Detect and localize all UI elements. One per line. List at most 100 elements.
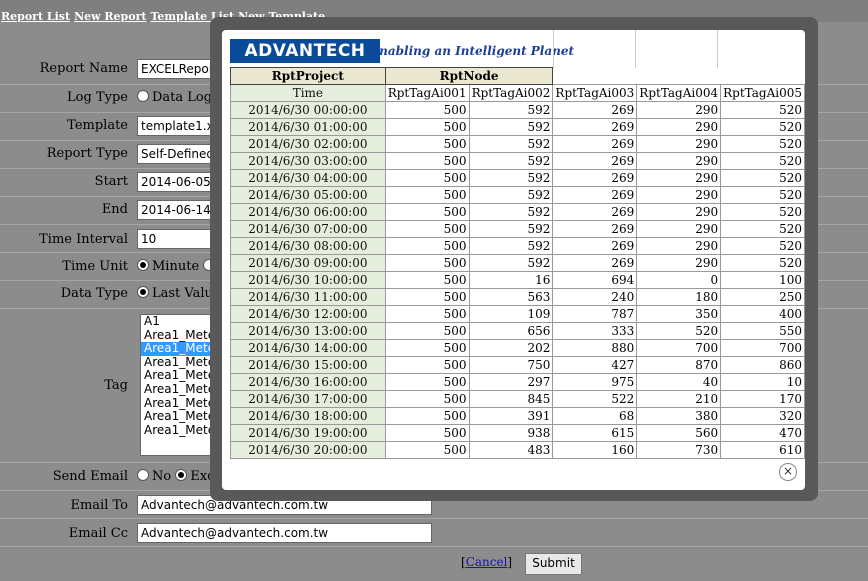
value-cell: 10: [720, 373, 805, 391]
radio-icon[interactable]: [175, 469, 188, 481]
value-cell: 500: [384, 305, 470, 323]
value-cell: 592: [468, 169, 554, 187]
submit-button[interactable]: Submit: [525, 553, 582, 575]
time-cell: 2014/6/30 08:00:00: [230, 237, 386, 255]
send-email-label: Send Email: [52, 469, 128, 484]
time-cell: 2014/6/30 07:00:00: [230, 220, 386, 238]
radio-icon[interactable]: [137, 469, 149, 481]
value-cell: 880: [552, 339, 638, 357]
value-cell: 290: [636, 118, 722, 136]
value-cell: 500: [384, 322, 470, 340]
value-cell: 400: [720, 305, 805, 323]
value-cell: 592: [468, 203, 554, 221]
table-row: 2014/6/30 18:00:00 500 391 68 380 320: [230, 407, 805, 425]
data-type-options[interactable]: Last Value: [137, 286, 221, 301]
table-row: 2014/6/30 12:00:00 500 109 787 350 400: [230, 305, 805, 323]
value-cell: 520: [720, 237, 805, 255]
value-cell: 520: [720, 118, 805, 136]
value-cell: 500: [384, 237, 470, 255]
value-cell: 269: [552, 101, 638, 119]
value-cell: 269: [552, 237, 638, 255]
time-cell: 2014/6/30 10:00:00: [230, 271, 386, 289]
value-cell: 700: [720, 339, 805, 357]
table-row: 2014/6/30 11:00:00 500 563 240 180 250: [230, 288, 805, 306]
table-row: 2014/6/30 13:00:00 500 656 333 520 550: [230, 322, 805, 340]
header-gridline: [635, 30, 636, 68]
value-cell: 500: [384, 424, 470, 442]
value-cell: 68: [552, 407, 638, 425]
value-cell: 520: [720, 254, 805, 272]
value-cell: 290: [636, 237, 722, 255]
value-cell: 563: [468, 288, 554, 306]
value-cell: 500: [384, 118, 470, 136]
group-header: RptProject: [230, 67, 386, 85]
value-cell: 500: [384, 152, 470, 170]
value-cell: 269: [552, 152, 638, 170]
value-cell: 592: [468, 237, 554, 255]
table-row: 2014/6/30 20:00:00 500 483 160 730 610: [230, 441, 805, 459]
value-cell: 787: [552, 305, 638, 323]
table-row: 2014/6/30 03:00:00 500 592 269 290 520: [230, 152, 805, 170]
email-cc-input[interactable]: Advantech@advantech.com.tw: [137, 523, 432, 543]
value-cell: 870: [636, 356, 722, 374]
table-row: 2014/6/30 17:00:00 500 845 522 210 170: [230, 390, 805, 408]
value-cell: 380: [636, 407, 722, 425]
value-cell: 180: [636, 288, 722, 306]
email-cc-label: Email Cc: [68, 526, 128, 541]
table-row: 2014/6/30 14:00:00 500 202 880 700 700: [230, 339, 805, 357]
table-row: 2014/6/30 10:00:00 500 16 694 0 100: [230, 271, 805, 289]
value-cell: 109: [468, 305, 554, 323]
value-cell: 500: [384, 135, 470, 153]
column-header: RptTagAi001: [384, 84, 470, 102]
tagline: Enabling an Intelligent Planet: [370, 44, 575, 58]
cancel-link[interactable]: Cancel: [466, 555, 508, 569]
table-row: 2014/6/30 04:00:00 500 592 269 290 520: [230, 169, 805, 187]
table-row: 2014/6/30 15:00:00 500 750 427 870 860: [230, 356, 805, 374]
time-cell: 2014/6/30 00:00:00: [230, 101, 386, 119]
time-cell: 2014/6/30 01:00:00: [230, 118, 386, 136]
value-cell: 592: [468, 101, 554, 119]
time-cell: 2014/6/30 20:00:00: [230, 441, 386, 459]
value-cell: 500: [384, 169, 470, 187]
value-cell: 730: [636, 441, 722, 459]
value-cell: 290: [636, 203, 722, 221]
time-cell: 2014/6/30 17:00:00: [230, 390, 386, 408]
value-cell: 269: [552, 186, 638, 204]
value-cell: 500: [384, 220, 470, 238]
table-row: 2014/6/30 00:00:00 500 592 269 290 520: [230, 101, 805, 119]
column-header: RptTagAi004: [636, 84, 722, 102]
value-cell: 520: [720, 220, 805, 238]
value-cell: 500: [384, 271, 470, 289]
time-cell: 2014/6/30 13:00:00: [230, 322, 386, 340]
email-to-label: Email To: [70, 498, 128, 513]
table-row: 2014/6/30 06:00:00 500 592 269 290 520: [230, 203, 805, 221]
value-cell: 240: [552, 288, 638, 306]
radio-icon[interactable]: [137, 259, 149, 271]
value-cell: 592: [468, 254, 554, 272]
column-header: RptTagAi003: [552, 84, 638, 102]
value-cell: 500: [384, 186, 470, 204]
value-cell: 170: [720, 390, 805, 408]
value-cell: 520: [720, 169, 805, 187]
end-label: End: [101, 202, 128, 217]
value-cell: 202: [468, 339, 554, 357]
value-cell: 290: [636, 135, 722, 153]
tag-label: Tag: [104, 378, 128, 393]
radio-icon[interactable]: [137, 286, 149, 298]
value-cell: 975: [552, 373, 638, 391]
report-name-label: Report Name: [39, 61, 128, 76]
close-icon[interactable]: ×: [779, 463, 797, 481]
value-cell: 483: [468, 441, 554, 459]
time-cell: 2014/6/30 15:00:00: [230, 356, 386, 374]
value-cell: 520: [720, 152, 805, 170]
time-cell: 2014/6/30 14:00:00: [230, 339, 386, 357]
radio-icon[interactable]: [137, 90, 149, 102]
value-cell: 500: [384, 356, 470, 374]
value-cell: 550: [720, 322, 805, 340]
time-cell: 2014/6/30 05:00:00: [230, 186, 386, 204]
value-cell: 40: [636, 373, 722, 391]
cancel-wrapper: [Cancel]: [461, 555, 513, 569]
group-header: RptNode: [384, 67, 554, 85]
time-cell: 2014/6/30 03:00:00: [230, 152, 386, 170]
value-cell: 500: [384, 203, 470, 221]
